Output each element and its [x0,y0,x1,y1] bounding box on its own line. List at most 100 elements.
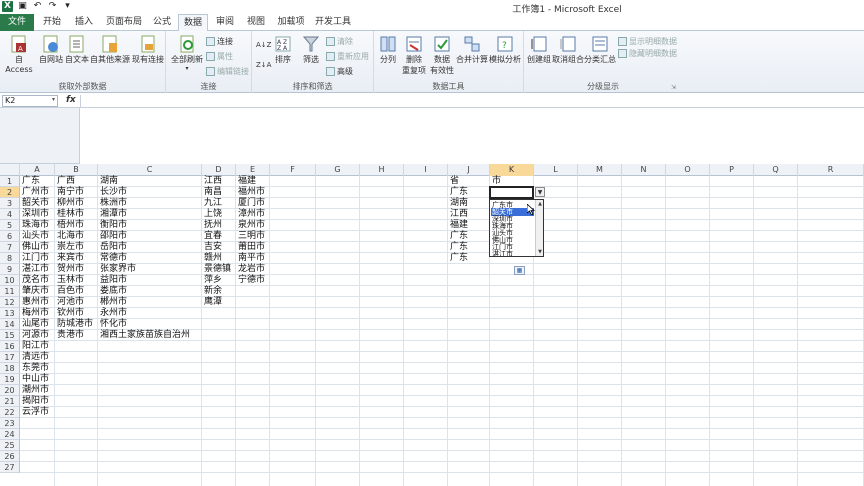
hide-detail-button[interactable]: 隐藏明细数据 [618,48,677,59]
cell-b9[interactable]: 贺州市 [55,264,84,275]
row-header-24[interactable]: 24 [0,429,20,440]
cell-b10[interactable]: 玉林市 [55,275,84,286]
cell-d5[interactable]: 抚州 [202,220,222,231]
column-header-n[interactable]: N [622,164,666,176]
cell-c6[interactable]: 邵阳市 [98,231,127,242]
tab-home[interactable]: 开始 [38,14,66,31]
validation-dropdown-list[interactable]: 广东市 韶关市 深圳市 珠海市 汕头市 佛山市 江门市 湛江市 ▲ ▼ [489,199,544,257]
cell-j3[interactable]: 湖南 [448,198,468,209]
cell-d7[interactable]: 吉安 [202,242,222,253]
sort-descending-button[interactable]: Z↓A [256,61,271,69]
row-header-16[interactable]: 16 [0,341,20,352]
cell-a11[interactable]: 肇庆市 [20,286,49,297]
validation-dropdown-arrow-icon[interactable]: ▼ [535,187,545,197]
row-header-15[interactable]: 15 [0,330,20,341]
cell-a1[interactable]: 广东 [20,176,40,187]
cell-a15[interactable]: 河源市 [20,330,49,341]
cell-b1[interactable]: 广西 [55,176,75,187]
cell-e3[interactable]: 厦门市 [236,198,265,209]
column-header-r[interactable]: R [798,164,864,176]
from-other-sources-button[interactable]: 自其他来源 [90,34,130,65]
scroll-down-icon[interactable]: ▼ [536,248,543,256]
cell-a7[interactable]: 佛山市 [20,242,49,253]
cell-b14[interactable]: 防城港市 [55,319,93,330]
cell-c4[interactable]: 湘潭市 [98,209,127,220]
from-access-button[interactable]: A 自 Access [2,34,36,74]
cell-d3[interactable]: 九江 [202,198,222,209]
cell-a6[interactable]: 汕头市 [20,231,49,242]
cell-a4[interactable]: 深圳市 [20,209,49,220]
cell-a21[interactable]: 揭阳市 [20,396,49,407]
properties-button[interactable]: 属性 [206,51,233,62]
column-header-b[interactable]: B [55,164,98,176]
cell-j2[interactable]: 广东 [448,187,468,198]
select-all-corner[interactable] [0,164,20,176]
name-box-dropdown-icon[interactable]: ▾ [52,96,55,103]
column-header-j[interactable]: J [448,164,490,176]
clear-filter-button[interactable]: 清除 [326,36,353,47]
column-header-g[interactable]: G [316,164,360,176]
cell-a19[interactable]: 中山市 [20,374,49,385]
cell-d1[interactable]: 江西 [202,176,222,187]
cell-c1[interactable]: 湖南 [98,176,118,187]
name-box[interactable]: K2 [2,95,58,107]
worksheet-grid[interactable]: ABCDEFGHIJKLMNOPQR 1 2 3 4 5 6 7 8 9 10 11 12 13 14 15… [0,164,864,486]
cell-b6[interactable]: 北海市 [55,231,84,242]
cell-b12[interactable]: 河池市 [55,297,84,308]
row-header-23[interactable]: 23 [0,418,20,429]
column-header-h[interactable]: H [360,164,404,176]
tab-view[interactable]: 视图 [243,14,269,31]
tab-insert[interactable]: 插入 [70,14,98,31]
row-header-26[interactable]: 26 [0,451,20,462]
cell-a8[interactable]: 江门市 [20,253,49,264]
row-header-7[interactable]: 7 [0,242,20,253]
cell-a12[interactable]: 惠州市 [20,297,49,308]
show-detail-button[interactable]: 显示明细数据 [618,36,677,47]
column-header-l[interactable]: L [534,164,578,176]
row-header-11[interactable]: 11 [0,286,20,297]
row-header-1[interactable]: 1 [0,176,20,187]
insert-function-icon[interactable]: fx [66,95,76,105]
row-header-25[interactable]: 25 [0,440,20,451]
tab-addins[interactable]: 加载项 [274,14,308,31]
cell-c8[interactable]: 常德市 [98,253,127,264]
cell-d12[interactable]: 鹰潭 [202,297,222,308]
cell-a18[interactable]: 东莞市 [20,363,49,374]
cell-e9[interactable]: 龙岩市 [236,264,265,275]
tab-page-layout[interactable]: 页面布局 [103,14,145,31]
tab-developer[interactable]: 开发工具 [313,14,353,31]
row-header-2[interactable]: 2 [0,187,20,198]
filter-button[interactable]: 筛选 [300,34,322,65]
cell-b3[interactable]: 柳州市 [55,198,84,209]
cell-j4[interactable]: 江西 [448,209,468,220]
sort-ascending-button[interactable]: A↓Z [256,41,271,49]
column-header-i[interactable]: I [404,164,448,176]
cell-a14[interactable]: 汕尾市 [20,319,49,330]
cell-j1[interactable]: 省 [448,176,459,187]
refresh-all-button[interactable]: 全部刷新 ▾ [170,34,204,72]
row-header-22[interactable]: 22 [0,407,20,418]
cell-e7[interactable]: 莆田市 [236,242,265,253]
cell-a13[interactable]: 梅州市 [20,308,49,319]
cell-b7[interactable]: 崇左市 [55,242,84,253]
row-header-12[interactable]: 12 [0,297,20,308]
cell-a20[interactable]: 潮州市 [20,385,49,396]
dropdown-scrollbar[interactable]: ▲ ▼ [535,200,543,256]
cell-d11[interactable]: 新余 [202,286,222,297]
from-text-button[interactable]: 自文本 [64,34,90,65]
cell-c3[interactable]: 株洲市 [98,198,127,209]
sort-button[interactable]: A ZZ A 排序 [272,34,294,65]
cell-e5[interactable]: 泉州市 [236,220,265,231]
tab-formulas[interactable]: 公式 [148,14,176,31]
row-header-27[interactable]: 27 [0,462,20,473]
row-header-3[interactable]: 3 [0,198,20,209]
cell-c13[interactable]: 永州市 [98,308,127,319]
cell-a5[interactable]: 珠海市 [20,220,49,231]
cell-e8[interactable]: 南平市 [236,253,265,264]
text-to-columns-button[interactable]: 分列 [376,34,400,65]
row-header-19[interactable]: 19 [0,374,20,385]
connections-button[interactable]: 连接 [206,36,233,47]
dialog-launcher-icon[interactable]: ⇲ [671,84,676,91]
column-header-f[interactable]: F [270,164,316,176]
column-header-d[interactable]: D [202,164,236,176]
